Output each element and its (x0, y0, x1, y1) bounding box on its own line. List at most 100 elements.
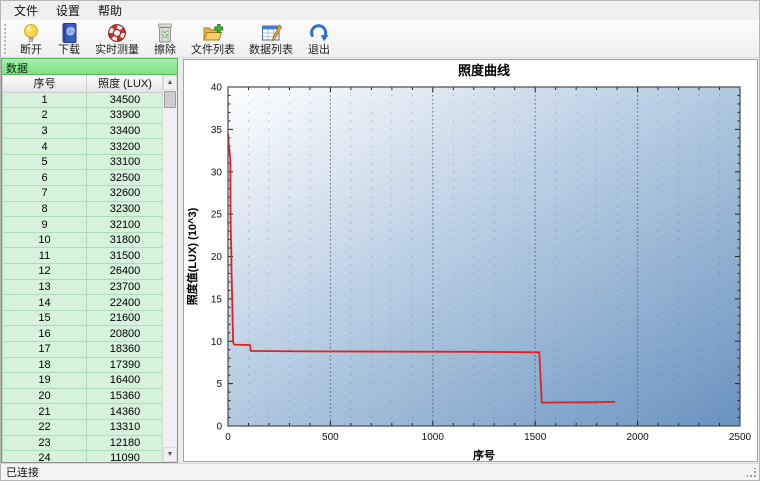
table-row[interactable]: 14 22400 (2, 294, 164, 311)
lux-value-cell: 34500 (86, 91, 164, 109)
resize-grip-icon[interactable] (747, 468, 757, 478)
column-header-index[interactable]: 序号 (2, 75, 87, 93)
svg-text:2000: 2000 (626, 432, 649, 443)
menu-help[interactable]: 帮助 (89, 1, 131, 20)
svg-text:1500: 1500 (524, 432, 547, 443)
table-row[interactable]: 7 32600 (2, 185, 164, 202)
table-row[interactable]: 6 32500 (2, 169, 164, 187)
address-book-icon: @ (57, 22, 81, 44)
scrollbar-down-icon[interactable]: ▼ (163, 447, 177, 462)
svg-text:15: 15 (211, 294, 223, 305)
lux-value-cell: 21600 (86, 309, 164, 327)
table-row[interactable]: 13 23700 (2, 278, 164, 296)
table-row[interactable]: 3 33400 (2, 122, 164, 140)
table-row[interactable]: 5 33100 (2, 153, 164, 171)
svg-text:20: 20 (211, 252, 223, 263)
toolbar-button-label: 文件列表 (191, 44, 235, 56)
toolbar-button-label: 擦除 (154, 44, 176, 56)
data-panel: 数据 序号 照度 (LUX) 1 34500 2 33900 3 33400 4 33200 5… (1, 58, 178, 463)
toolbar-button-label: 退出 (308, 44, 330, 56)
lux-value-cell: 33400 (86, 122, 164, 140)
row-index-cell: 5 (2, 153, 87, 171)
toolbar: 断开 @ 下载 实时测量 擦除 文件列表 数据列表 退出 (1, 20, 759, 58)
svg-text:40: 40 (211, 83, 223, 94)
svg-text:2500: 2500 (729, 432, 752, 443)
row-index-cell: 3 (2, 122, 87, 140)
row-index-cell: 19 (2, 372, 87, 389)
svg-text:25: 25 (211, 210, 223, 221)
lux-value-cell: 26400 (86, 263, 164, 280)
lux-value-cell: 31500 (86, 247, 164, 265)
lux-value-cell: 12180 (86, 434, 164, 452)
row-index-cell: 17 (2, 341, 87, 358)
table-row[interactable]: 16 20800 (2, 325, 164, 342)
table-row[interactable]: 23 12180 (2, 434, 164, 452)
toolbar-button-erase[interactable]: 擦除 (147, 21, 183, 56)
svg-text:30: 30 (211, 167, 223, 178)
lux-value-cell: 33200 (86, 138, 164, 155)
row-index-cell: 8 (2, 200, 87, 218)
row-index-cell: 2 (2, 107, 87, 124)
table-row[interactable]: 10 31800 (2, 231, 164, 249)
lux-value-cell: 33100 (86, 153, 164, 171)
table-row[interactable]: 8 32300 (2, 200, 164, 218)
table-row[interactable]: 19 16400 (2, 372, 164, 389)
lux-value-cell: 18360 (86, 341, 164, 358)
row-index-cell: 20 (2, 387, 87, 405)
scrollbar-thumb[interactable] (164, 91, 176, 108)
toolbar-button-label: 实时测量 (95, 44, 139, 56)
table-row[interactable]: 11 31500 (2, 247, 164, 265)
lux-value-cell: 32600 (86, 185, 164, 202)
table-scrollbar[interactable]: ▲ ▼ (162, 75, 177, 462)
toolbar-button-label: 断开 (20, 44, 42, 56)
main-area: 数据 序号 照度 (LUX) 1 34500 2 33900 3 33400 4 33200 5… (1, 58, 759, 463)
table-row[interactable]: 9 32100 (2, 216, 164, 233)
row-index-cell: 23 (2, 434, 87, 452)
lux-value-cell: 14360 (86, 403, 164, 420)
toolbar-button-download[interactable]: @ 下载 (51, 21, 87, 56)
menu-file[interactable]: 文件 (5, 1, 47, 20)
table-row[interactable]: 15 21600 (2, 309, 164, 327)
toolbar-button-live-measure[interactable]: 实时测量 (89, 21, 145, 56)
toolbar-button-label: 下载 (58, 44, 80, 56)
row-index-cell: 13 (2, 278, 87, 296)
column-header-lux[interactable]: 照度 (LUX) (86, 75, 164, 93)
row-index-cell: 10 (2, 231, 87, 249)
row-index-cell: 24 (2, 450, 87, 462)
toolbar-button-data-list[interactable]: 数据列表 (243, 21, 299, 56)
lux-value-cell: 32300 (86, 200, 164, 218)
row-index-cell: 21 (2, 403, 87, 420)
toolbar-button-file-list[interactable]: 文件列表 (185, 21, 241, 56)
svg-text:0: 0 (225, 432, 231, 443)
lux-value-cell: 20800 (86, 325, 164, 342)
table-row[interactable]: 22 13310 (2, 418, 164, 436)
menu-settings[interactable]: 设置 (47, 1, 89, 20)
chart-panel: 0 500 1000 1500 2000 2500 0 5 10 15 20 25 30 35 40 照度曲线… (183, 59, 758, 462)
bulb-icon (19, 22, 43, 44)
table-row[interactable]: 21 14360 (2, 403, 164, 420)
table-row[interactable]: 12 26400 (2, 263, 164, 280)
lux-value-cell: 32500 (86, 169, 164, 187)
table-row[interactable]: 4 33200 (2, 138, 164, 155)
row-index-cell: 6 (2, 169, 87, 187)
toolbar-gripper[interactable] (4, 23, 9, 54)
svg-text:500: 500 (322, 432, 339, 443)
toolbar-button-disconnect[interactable]: 断开 (13, 21, 49, 56)
data-panel-header: 数据 (1, 58, 178, 75)
row-index-cell: 7 (2, 185, 87, 202)
table-row[interactable]: 2 33900 (2, 107, 164, 124)
lux-value-cell: 23700 (86, 278, 164, 296)
row-index-cell: 1 (2, 91, 87, 109)
table-row[interactable]: 18 17390 (2, 356, 164, 374)
scrollbar-up-icon[interactable]: ▲ (163, 75, 177, 90)
table-row[interactable]: 1 34500 (2, 91, 164, 109)
toolbar-button-exit[interactable]: 退出 (301, 21, 337, 56)
row-index-cell: 16 (2, 325, 87, 342)
trash-icon (153, 22, 177, 44)
row-index-cell: 11 (2, 247, 87, 265)
table-row[interactable]: 24 11090 (2, 450, 164, 462)
svg-text:0: 0 (216, 422, 222, 433)
table-row[interactable]: 20 15360 (2, 387, 164, 405)
table-row[interactable]: 17 18360 (2, 341, 164, 358)
row-index-cell: 15 (2, 309, 87, 327)
